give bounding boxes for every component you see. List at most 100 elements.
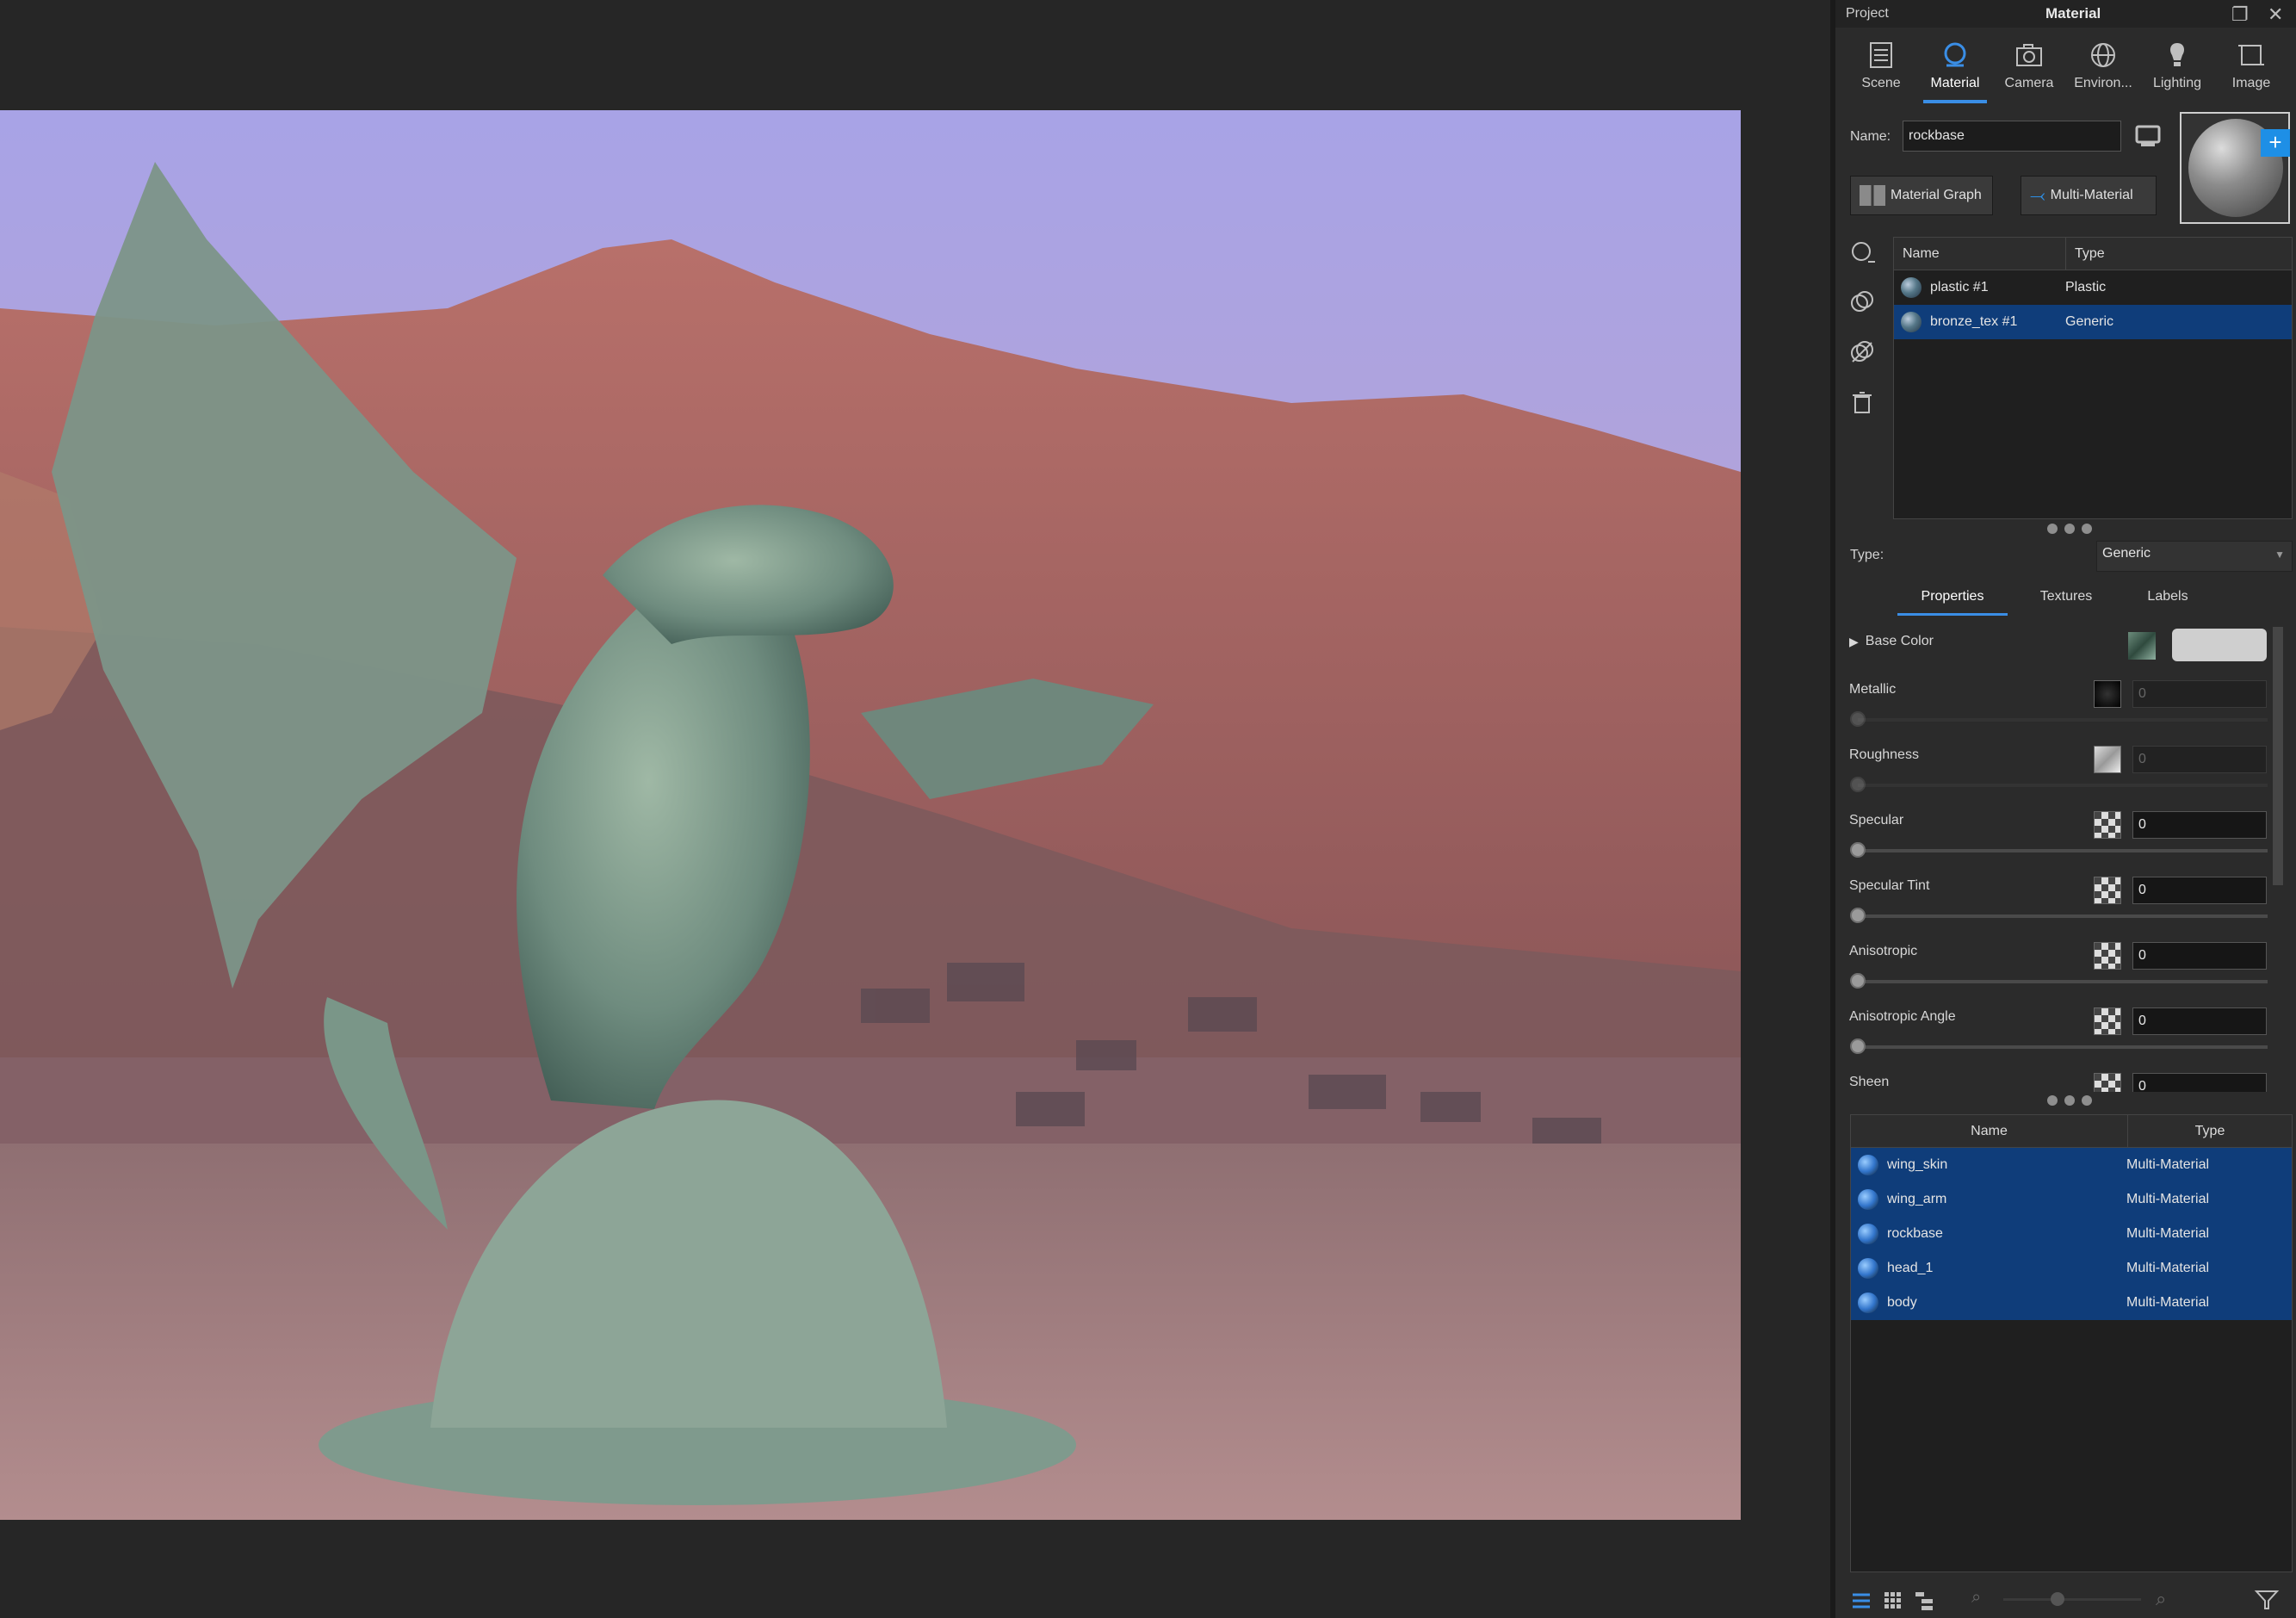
properties-panel: ▶ Base Color Metallic 0 Roughness 0 Spec… — [1835, 620, 2296, 1092]
list-view-icon[interactable] — [1850, 1590, 1872, 1612]
metallic-slider[interactable] — [1858, 718, 2268, 722]
list-item[interactable]: rockbase Multi-Material — [1851, 1217, 2292, 1251]
restore-window-icon[interactable]: ❐ — [2231, 3, 2249, 26]
thumbnail-size-slider[interactable] — [2003, 1598, 2141, 1601]
specular-tint-label: Specular Tint — [1849, 878, 1930, 893]
list-item[interactable]: wing_arm Multi-Material — [1851, 1182, 2292, 1217]
anisotropic-angle-slider[interactable] — [1858, 1045, 2268, 1049]
column-header-type[interactable]: Type — [2066, 238, 2292, 270]
multi-material-button[interactable]: ⤙ Multi-Material — [2021, 176, 2157, 215]
render-image[interactable] — [0, 110, 1741, 1520]
library-item-name: head_1 — [1887, 1261, 1934, 1275]
preview-add-icon[interactable]: + — [2261, 129, 2290, 157]
tab-image[interactable]: Image — [2216, 38, 2287, 100]
specular-tint-value[interactable]: 0 — [2132, 877, 2267, 904]
anisotropic-angle-texture[interactable] — [2094, 1007, 2121, 1035]
specular-value[interactable]: 0 — [2132, 811, 2267, 839]
base-color-texture[interactable] — [2128, 632, 2156, 660]
material-library-table: Name Type wing_skin Multi-Material wing_… — [1850, 1114, 2293, 1572]
material-sphere-icon — [1901, 277, 1922, 298]
project-label[interactable]: Project — [1846, 6, 1889, 22]
specular-tint-slider-knob[interactable] — [1850, 908, 1866, 923]
table-row[interactable]: plastic #1 Plastic — [1894, 270, 2292, 305]
metallic-texture[interactable] — [2094, 680, 2121, 708]
material-panel: Project Material ❐ ✕ Scene Material Came… — [1830, 0, 2296, 1618]
roughness-value[interactable]: 0 — [2132, 746, 2267, 773]
tab-labels[interactable]: Labels — [2125, 589, 2211, 604]
table-row[interactable]: bronze_tex #1 Generic — [1894, 305, 2292, 339]
tab-scene[interactable]: Scene — [1846, 38, 1916, 100]
roughness-slider-knob[interactable] — [1850, 777, 1866, 792]
library-item-name: body — [1887, 1295, 1917, 1310]
type-label: Type: — [1850, 548, 1884, 562]
tab-label: Camera — [2004, 76, 2054, 90]
type-select[interactable]: Generic ▼ — [2096, 541, 2293, 572]
new-material-icon[interactable] — [1849, 239, 1875, 265]
material-icon — [1944, 42, 1966, 67]
tab-camera[interactable]: Camera — [1994, 38, 2064, 100]
render-viewport[interactable] — [0, 0, 1823, 1618]
roughness-texture[interactable] — [2094, 746, 2121, 773]
library-item-name: rockbase — [1887, 1226, 1943, 1241]
anisotropic-slider-knob[interactable] — [1850, 973, 1866, 989]
sheen-texture[interactable] — [2094, 1073, 2121, 1092]
zoom-out-icon[interactable]: ⌕ — [1971, 1588, 1981, 1608]
material-name-input[interactable] — [1903, 121, 2121, 152]
base-color-swatch[interactable] — [2172, 629, 2267, 661]
column-header-type[interactable]: Type — [2128, 1115, 2292, 1147]
specular-tint-texture[interactable] — [2094, 877, 2121, 904]
thumbnail-size-knob[interactable] — [2051, 1592, 2064, 1606]
panel-title-bar: Project Material ❐ ✕ — [1835, 0, 2296, 28]
specular-slider-knob[interactable] — [1850, 842, 1866, 858]
splitter-handle[interactable] — [2047, 524, 2092, 534]
anisotropic-texture[interactable] — [2094, 942, 2121, 970]
properties-scrollbar[interactable] — [2273, 627, 2283, 885]
grid-view-icon[interactable] — [1882, 1590, 1904, 1612]
list-item[interactable]: head_1 Multi-Material — [1851, 1251, 2292, 1286]
duplicate-material-icon[interactable] — [1849, 289, 1875, 315]
material-name: plastic #1 — [1930, 280, 1989, 294]
specular-texture[interactable] — [2094, 811, 2121, 839]
tab-properties[interactable]: Properties — [1897, 589, 2008, 604]
material-graph-button[interactable]: Material Graph — [1850, 176, 1993, 215]
unlink-material-icon[interactable] — [1849, 339, 1875, 365]
list-item[interactable]: wing_skin Multi-Material — [1851, 1148, 2292, 1182]
splitter-handle[interactable] — [2047, 1095, 2092, 1106]
scene-icon — [1870, 42, 1892, 68]
close-icon[interactable]: ✕ — [2268, 3, 2283, 26]
material-type: Plastic — [2065, 280, 2107, 294]
button-label: Multi-Material — [2050, 188, 2133, 202]
library-table-header: Name Type — [1851, 1115, 2292, 1148]
base-color-label: Base Color — [1865, 634, 1934, 648]
column-header-name[interactable]: Name — [1851, 1115, 2128, 1147]
tree-view-icon[interactable] — [1913, 1590, 1935, 1612]
anisotropic-value[interactable]: 0 — [2132, 942, 2267, 970]
metallic-value[interactable]: 0 — [2132, 680, 2267, 708]
sheen-value[interactable]: 0 — [2132, 1073, 2267, 1092]
active-tab-indicator — [1897, 613, 2008, 616]
multi-material-sphere-icon — [1858, 1189, 1878, 1210]
trash-icon[interactable] — [1849, 389, 1875, 415]
anisotropic-angle-value[interactable]: 0 — [2132, 1007, 2267, 1035]
tab-lighting[interactable]: Lighting — [2142, 38, 2212, 100]
anisotropic-slider[interactable] — [1858, 980, 2268, 983]
tab-label: Environ... — [2074, 76, 2132, 90]
specular-slider[interactable] — [1858, 849, 2268, 852]
library-item-type: Multi-Material — [2126, 1295, 2210, 1310]
anisotropic-angle-slider-knob[interactable] — [1850, 1038, 1866, 1054]
base-color-row[interactable]: ▶ Base Color — [1849, 634, 1934, 649]
save-material-icon[interactable] — [2134, 122, 2162, 150]
tab-material[interactable]: Material — [1920, 38, 1990, 103]
column-header-name[interactable]: Name — [1894, 238, 2066, 270]
roughness-slider[interactable] — [1858, 784, 2268, 787]
metallic-slider-knob[interactable] — [1850, 711, 1866, 727]
specular-tint-slider[interactable] — [1858, 914, 2268, 918]
zoom-in-icon[interactable]: ⌕ — [2156, 1588, 2166, 1610]
material-preview[interactable]: + — [2180, 112, 2290, 224]
list-item[interactable]: body Multi-Material — [1851, 1286, 2292, 1320]
tab-textures[interactable]: Textures — [2023, 589, 2109, 604]
filter-icon[interactable] — [2254, 1588, 2280, 1612]
camera-icon — [2016, 44, 2042, 66]
library-item-type: Multi-Material — [2126, 1157, 2210, 1172]
tab-environment[interactable]: Environ... — [2068, 38, 2138, 100]
